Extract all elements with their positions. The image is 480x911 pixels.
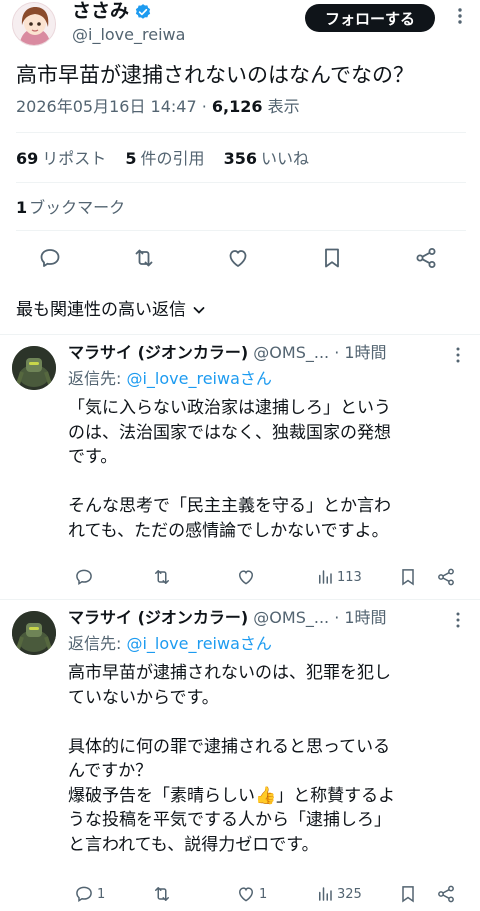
quotes-stat[interactable]: 5 件の引用 (125, 149, 204, 168)
reply-header: マラサイ (ジオンカラー) @OMS_... · 1時間 (68, 342, 387, 364)
reply-text-line: です。 (68, 447, 118, 467)
bookmark-icon[interactable] (398, 567, 418, 587)
verified-badge-icon (134, 3, 152, 21)
reply-text-line: れても、ただの感情論でしかないですよ。 (68, 520, 389, 541)
likes-count: 356 (223, 149, 258, 168)
reply-count: 1 (97, 886, 106, 902)
author-name[interactable]: ささみ (72, 0, 129, 22)
bookmark-icon[interactable] (320, 246, 344, 270)
reply-time[interactable]: · 1時間 (334, 608, 386, 627)
share-icon[interactable] (414, 246, 438, 270)
reply-tweet[interactable]: マラサイ (ジオンカラー) @OMS_... · 1時間 返信先: @i_lov… (0, 334, 480, 598)
reply-to-handle-link[interactable]: @i_love_reiwaさん (126, 369, 271, 388)
reply-avatar[interactable] (12, 611, 56, 655)
reply-tweet[interactable]: マラサイ (ジオンカラー) @OMS_... · 1時間 返信先: @i_lov… (0, 599, 480, 911)
reply-text-line: 「気に入らない政治家は逮捕しろ」という (68, 398, 391, 418)
reply-avatar[interactable] (12, 346, 56, 390)
reply-text-line: のは、法治国家ではなく、独裁国家の発想 (68, 422, 391, 443)
quotes-count: 5 (125, 149, 137, 168)
author-avatar[interactable] (12, 2, 56, 46)
like-icon[interactable]: 1 (236, 884, 267, 904)
meta-separator: · (196, 97, 212, 116)
divider (16, 132, 466, 133)
reply-author-handle[interactable]: @OMS_... (253, 343, 329, 362)
reply-text-line: ていないからです。 (68, 687, 219, 708)
engagement-stats: 69 リポスト 5 件の引用 356 いいね (16, 148, 309, 170)
more-vertical-icon[interactable] (452, 611, 464, 629)
reply-icon[interactable] (38, 246, 62, 270)
bookmark-icon[interactable] (398, 884, 418, 904)
reply-action-bar: 113 (68, 566, 464, 588)
tweet-timestamp[interactable]: 2026年05月16日 14:47 (16, 97, 197, 116)
author-handle[interactable]: @i_love_reiwa (72, 24, 185, 46)
reposts-stat[interactable]: 69 リポスト (16, 149, 106, 168)
reply-text-line: と言われても、説得力ゼロです。 (68, 834, 319, 855)
reply-to-handle-link[interactable]: @i_love_reiwaさん (126, 634, 271, 653)
reposts-label: リポスト (42, 149, 107, 168)
sort-label: 最も関連性の高い返信 (16, 300, 186, 320)
views-label: 表示 (262, 97, 300, 116)
reply-to-line: 返信先: @i_love_reiwaさん (68, 368, 272, 390)
reply-text: 高市早苗が逮捕されないのは、犯罪を犯し ていないからです。 具体的に何の罪で逮捕… (68, 661, 466, 857)
follow-button[interactable]: フォローする (305, 4, 435, 32)
views-chart-icon[interactable]: 325 (316, 885, 362, 903)
reply-text-line (68, 710, 466, 735)
more-vertical-icon[interactable] (452, 346, 464, 364)
bookmarks-label: ブックマーク (29, 198, 126, 217)
share-icon[interactable] (436, 567, 456, 587)
reply-author-handle[interactable]: @OMS_... (253, 608, 329, 627)
more-vertical-icon[interactable] (452, 6, 468, 26)
tweet-meta: 2026年05月16日 14:47 · 6,126 表示 (16, 96, 300, 118)
like-count: 1 (259, 886, 268, 902)
bookmarks-count: 1 (16, 198, 28, 217)
views-count: 113 (337, 569, 362, 585)
reply-to-prefix: 返信先: (68, 634, 127, 653)
reply-sort-selector[interactable]: 最も関連性の高い返信 (16, 298, 206, 322)
reply-text: 「気に入らない政治家は逮捕しろ」という のは、法治国家ではなく、独裁国家の発想 … (68, 396, 466, 543)
reply-text-line (68, 470, 466, 495)
views-count: 325 (337, 886, 362, 902)
reply-action-bar: 1 1 325 (68, 883, 464, 905)
repost-icon[interactable] (152, 884, 175, 904)
reply-text-line: うな投稿を平気でする人から「逮捕しろ」 (68, 810, 391, 830)
likes-stat[interactable]: 356 いいね (224, 149, 309, 168)
divider (16, 230, 466, 231)
views-chart-icon[interactable]: 113 (316, 568, 362, 586)
quotes-label: 件の引用 (140, 149, 205, 168)
reply-author-name[interactable]: マラサイ (ジオンカラー) (68, 608, 248, 627)
views-count: 6,126 (211, 97, 263, 116)
reply-author-name[interactable]: マラサイ (ジオンカラー) (68, 343, 248, 362)
reply-text-line: んですか？ (68, 761, 153, 781)
reply-to-line: 返信先: @i_love_reiwaさん (68, 633, 272, 655)
reply-text-line: 高市早苗が逮捕されないのは、犯罪を犯し (68, 663, 391, 683)
reply-to-prefix: 返信先: (68, 369, 127, 388)
reply-text-line: 具体的に何の罪で逮捕されると思っている (68, 736, 391, 757)
divider (16, 182, 466, 183)
repost-icon[interactable] (132, 246, 156, 270)
share-icon[interactable] (436, 884, 456, 904)
tweet-text: 高市早苗が逮捕されないのはなんでなの？ (16, 63, 414, 87)
reply-text-line: そんな思考で「民主主義を守る」とか言わ (68, 496, 391, 516)
reply-header: マラサイ (ジオンカラー) @OMS_... · 1時間 (68, 607, 387, 629)
reply-icon[interactable]: 1 (74, 884, 105, 904)
tweet-action-bar (16, 244, 456, 272)
like-icon[interactable] (236, 567, 259, 587)
bookmarks-stat[interactable]: 1 ブックマーク (16, 197, 125, 219)
reposts-count: 69 (16, 149, 39, 168)
like-icon[interactable] (226, 246, 250, 270)
repost-icon[interactable] (152, 567, 175, 587)
reply-icon[interactable] (74, 567, 97, 587)
chevron-down-icon (192, 303, 206, 317)
likes-label: いいね (261, 149, 310, 168)
reply-text-line: 爆破予告を「素晴らしい👍」と称賛するよ (68, 785, 396, 806)
reply-time[interactable]: · 1時間 (334, 343, 386, 362)
